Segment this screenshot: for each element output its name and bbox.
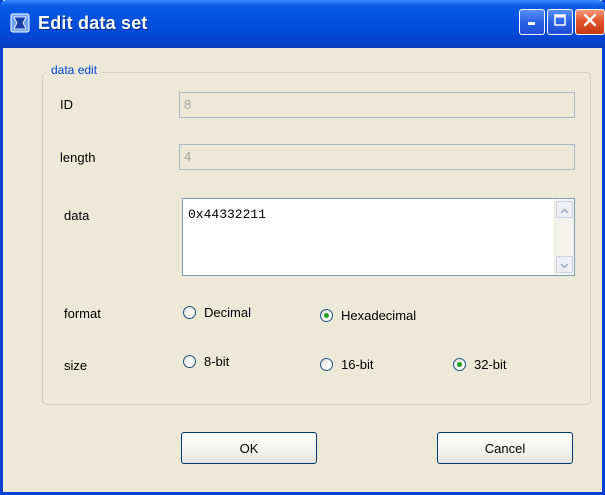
radio-hexadecimal-label: Hexadecimal xyxy=(341,308,417,323)
close-icon xyxy=(582,12,598,33)
radio-hexadecimal-circle[interactable] xyxy=(320,309,333,322)
radio-hexadecimal[interactable]: Hexadecimal xyxy=(320,308,416,323)
radio-8bit[interactable]: 8-bit xyxy=(183,354,229,369)
radio-8bit-circle[interactable] xyxy=(183,355,196,368)
format-label: format xyxy=(64,306,101,321)
id-value: 8 xyxy=(184,97,192,112)
scroll-down-icon xyxy=(560,256,569,274)
scroll-down-button[interactable] xyxy=(556,256,573,273)
data-value: 0x44332211 xyxy=(188,207,267,222)
radio-decimal-circle[interactable] xyxy=(183,306,196,319)
cancel-button[interactable]: Cancel xyxy=(437,432,573,464)
radio-8bit-label: 8-bit xyxy=(204,354,230,369)
scroll-up-button[interactable] xyxy=(556,201,573,218)
minimize-button[interactable] xyxy=(519,9,545,35)
maximize-icon xyxy=(553,13,567,32)
radio-decimal[interactable]: Decimal xyxy=(183,305,251,320)
data-scrollbar[interactable] xyxy=(554,199,574,275)
length-label: length xyxy=(60,150,96,165)
close-button[interactable] xyxy=(575,9,605,35)
radio-32bit[interactable]: 32-bit xyxy=(453,357,507,372)
maximize-button[interactable] xyxy=(547,9,573,35)
ok-button[interactable]: OK xyxy=(181,432,317,464)
group-legend: data edit xyxy=(47,63,102,77)
radio-32bit-label: 32-bit xyxy=(474,357,507,372)
id-label: ID xyxy=(60,97,73,112)
length-field[interactable]: 4 xyxy=(179,144,575,170)
radio-16bit-label: 16-bit xyxy=(341,357,374,372)
scroll-up-icon xyxy=(560,201,569,219)
data-label: data xyxy=(64,208,90,223)
radio-decimal-label: Decimal xyxy=(204,305,251,320)
radio-32bit-circle[interactable] xyxy=(453,358,466,371)
size-label: size xyxy=(64,358,88,373)
dialog-window: Edit data set data edit ID 8 length 4 da… xyxy=(0,0,605,495)
id-field[interactable]: 8 xyxy=(179,92,575,118)
app-icon xyxy=(10,13,30,33)
data-textarea[interactable]: 0x44332211 xyxy=(182,198,575,276)
minimize-icon xyxy=(525,13,539,32)
radio-16bit[interactable]: 16-bit xyxy=(320,357,374,372)
title-bar[interactable]: Edit data set xyxy=(0,0,605,48)
radio-16bit-circle[interactable] xyxy=(320,358,333,371)
window-title: Edit data set xyxy=(38,13,148,33)
length-value: 4 xyxy=(184,149,192,164)
